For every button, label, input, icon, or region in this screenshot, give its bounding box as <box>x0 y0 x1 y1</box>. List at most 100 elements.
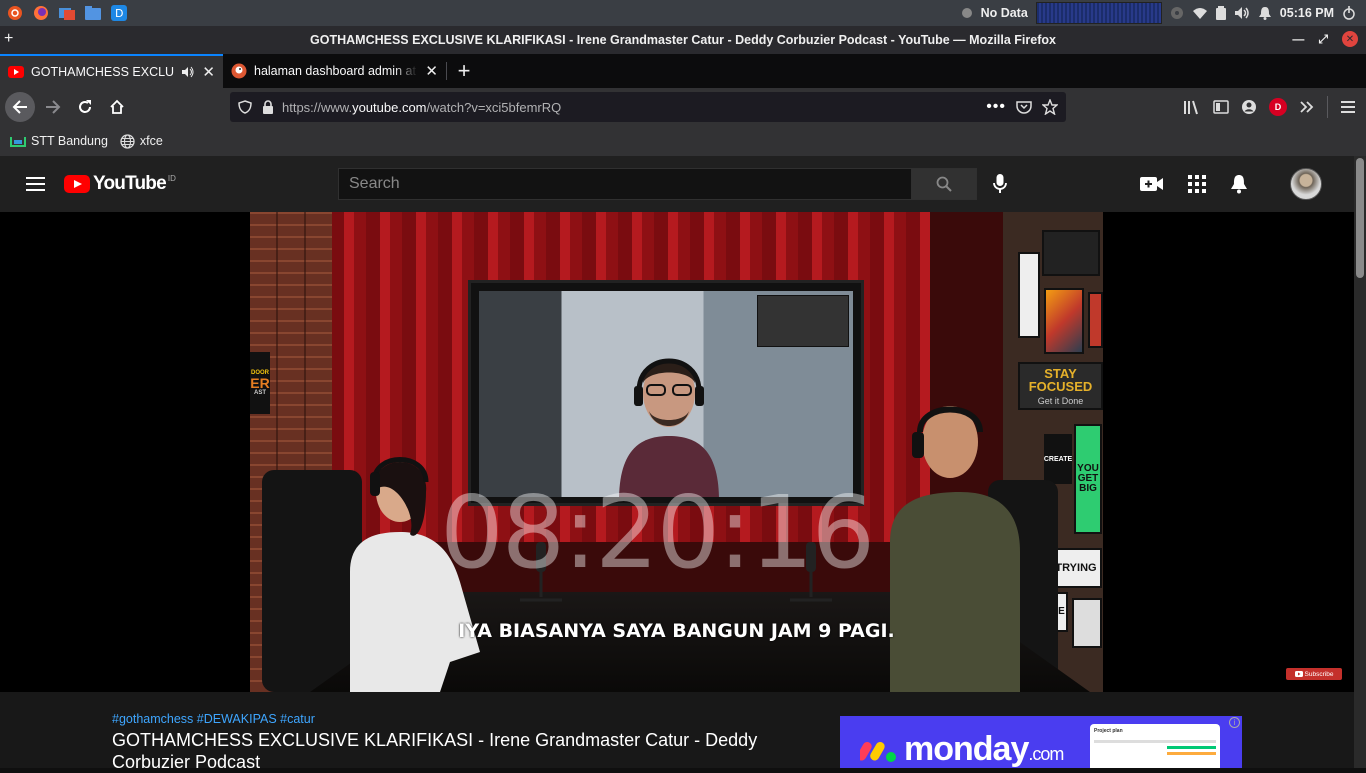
notification-bell-icon[interactable] <box>1258 6 1272 20</box>
poster-you-big: YOU GET BIG <box>1074 424 1102 534</box>
podcast-sign: DOOR ER AST <box>250 352 270 414</box>
close-window-icon[interactable]: ✕ <box>1342 31 1358 47</box>
bookmarks-toolbar: STT Bandung xfce <box>0 126 1366 156</box>
page-actions-menu-icon[interactable]: ••• <box>986 98 1006 116</box>
monday-logo-icon <box>860 741 896 762</box>
network-status-icon <box>961 8 972 18</box>
pocket-icon[interactable] <box>1016 100 1032 114</box>
country-code: ID <box>167 173 176 183</box>
sign-text: AST <box>254 390 266 396</box>
forward-button[interactable] <box>38 92 68 122</box>
duckduckgo-favicon-icon <box>231 63 247 79</box>
ad-preview-card: Project plan <box>1090 724 1220 768</box>
navigation-toolbar: https://www. youtube.com/watch?v=xci5bfem… <box>0 88 1366 126</box>
ad-info-label: i <box>1233 718 1236 727</box>
hamburger-menu-icon <box>26 177 45 191</box>
youtube-favicon-icon <box>8 66 24 78</box>
video-player[interactable]: DOOR ER AST STAY FOCUSED Get it Done CRE… <box>0 212 1354 692</box>
home-icon <box>110 99 124 114</box>
app-launcher-icon[interactable]: D <box>108 2 130 24</box>
video-frame[interactable]: DOOR ER AST STAY FOCUSED Get it Done CRE… <box>250 212 1103 692</box>
tab-strip: GOTHAMCHESS EXCLUSIVE KLARIFIKASI - Iren… <box>0 54 1366 88</box>
toolbar-separator <box>1327 96 1328 118</box>
wifi-icon[interactable] <box>1192 6 1208 20</box>
video-hashtags[interactable]: #gothamchess #DEWAKIPAS #catur <box>112 712 315 726</box>
bookmark-stt-bandung[interactable]: STT Bandung <box>10 134 108 148</box>
youtube-play-logo-icon <box>1294 671 1303 677</box>
create-video-icon[interactable] <box>1140 176 1164 192</box>
bookmark-label: xfce <box>139 134 163 148</box>
tab-duckduckgo[interactable]: halaman dashboard admin at DuckDuckGo ✕ <box>223 54 446 88</box>
ad-info-icon[interactable]: i <box>1229 717 1240 728</box>
update-icon[interactable] <box>1170 6 1184 20</box>
file-manager-launcher-icon[interactable] <box>56 2 78 24</box>
avatar[interactable] <box>1290 168 1322 200</box>
overflow-chevron-icon[interactable] <box>1299 100 1315 114</box>
tab-audio-playing-icon[interactable] <box>181 66 195 78</box>
extension-badge[interactable]: D <box>1269 98 1287 116</box>
bookmark-favicon-icon <box>10 137 26 147</box>
globe-icon <box>120 133 135 149</box>
svg-text:D: D <box>115 7 123 20</box>
tv-monitor <box>468 280 864 506</box>
power-icon[interactable] <box>1342 6 1356 20</box>
ad-card-row <box>1094 740 1216 743</box>
notifications-bell-icon[interactable] <box>1230 174 1248 194</box>
bookmark-xfce[interactable]: xfce <box>120 133 163 149</box>
tracking-protection-shield-icon[interactable] <box>238 100 252 114</box>
search-button[interactable] <box>911 168 977 200</box>
forward-arrow-icon <box>46 100 61 114</box>
ad-brand-logo: monday .com <box>860 730 1064 768</box>
search-icon <box>936 176 952 192</box>
search-input[interactable]: Search <box>338 168 912 200</box>
youtube-wordmark: YouTube <box>93 173 167 194</box>
battery-icon[interactable] <box>1215 6 1226 20</box>
poster <box>1018 252 1040 338</box>
bookmark-label: STT Bandung <box>31 134 108 148</box>
volume-icon[interactable] <box>1234 6 1250 20</box>
firefox-launcher-icon[interactable] <box>30 2 52 24</box>
tv-screen <box>479 291 853 497</box>
padlock-icon[interactable] <box>262 100 274 114</box>
subscribe-watermark[interactable]: Subscribe <box>1286 668 1342 680</box>
hamburger-menu-icon[interactable] <box>1340 100 1356 114</box>
sign-text: ER <box>250 375 270 391</box>
window-titlebar: + GOTHAMCHESS EXCLUSIVE KLARIFIKASI - Ir… <box>0 26 1366 54</box>
sidebar-icon[interactable] <box>1213 99 1229 115</box>
minimize-icon[interactable]: — <box>1292 32 1304 46</box>
poster-text: STAY FOCUSED <box>1028 365 1093 394</box>
reload-button[interactable] <box>70 92 100 122</box>
watermark-label: Subscribe <box>1304 670 1334 678</box>
reload-icon <box>79 100 91 113</box>
close-tab-icon[interactable]: ✕ <box>202 63 215 81</box>
guide-menu-button[interactable] <box>26 176 46 192</box>
library-icon[interactable] <box>1183 99 1201 115</box>
new-tab-button[interactable]: + <box>447 54 481 88</box>
home-button[interactable] <box>102 92 132 122</box>
poster-text: YOU GET BIG <box>1077 463 1099 494</box>
scrollbar-thumb[interactable] <box>1356 158 1364 278</box>
apps-grid-icon[interactable] <box>1188 175 1206 193</box>
folder-launcher-icon[interactable] <box>82 2 104 24</box>
voice-search-button[interactable] <box>986 170 1014 198</box>
poster-text: CREATE <box>1043 455 1073 463</box>
page-scrollbar[interactable] <box>1354 156 1366 768</box>
applications-menu-icon[interactable] <box>4 2 26 24</box>
url-bar[interactable]: https://www. youtube.com/watch?v=xci5bfem… <box>230 92 1066 122</box>
sidebar-ad[interactable]: monday .com Project plan <box>840 716 1242 768</box>
video-title: GOTHAMCHESS EXCLUSIVE KLARIFIKASI - Iren… <box>112 730 758 772</box>
poster <box>1044 288 1084 354</box>
tab-youtube[interactable]: GOTHAMCHESS EXCLUSIVE KLARIFIKASI - Iren… <box>0 54 223 88</box>
ad-card-row <box>1167 746 1216 749</box>
panel-clock[interactable]: 05:16 PM <box>1280 6 1334 20</box>
url-prefix: https://www. <box>282 99 353 115</box>
account-icon[interactable] <box>1241 99 1257 115</box>
youtube-logo[interactable]: YouTube ID <box>64 173 176 195</box>
back-button[interactable] <box>5 92 35 122</box>
restore-icon[interactable]: ⤢ <box>1318 32 1328 47</box>
close-tab-icon[interactable]: ✕ <box>425 62 438 80</box>
network-graph <box>1035 2 1162 24</box>
search-placeholder: Search <box>349 175 400 192</box>
bookmark-star-icon[interactable] <box>1042 99 1058 115</box>
poster <box>1042 230 1100 276</box>
